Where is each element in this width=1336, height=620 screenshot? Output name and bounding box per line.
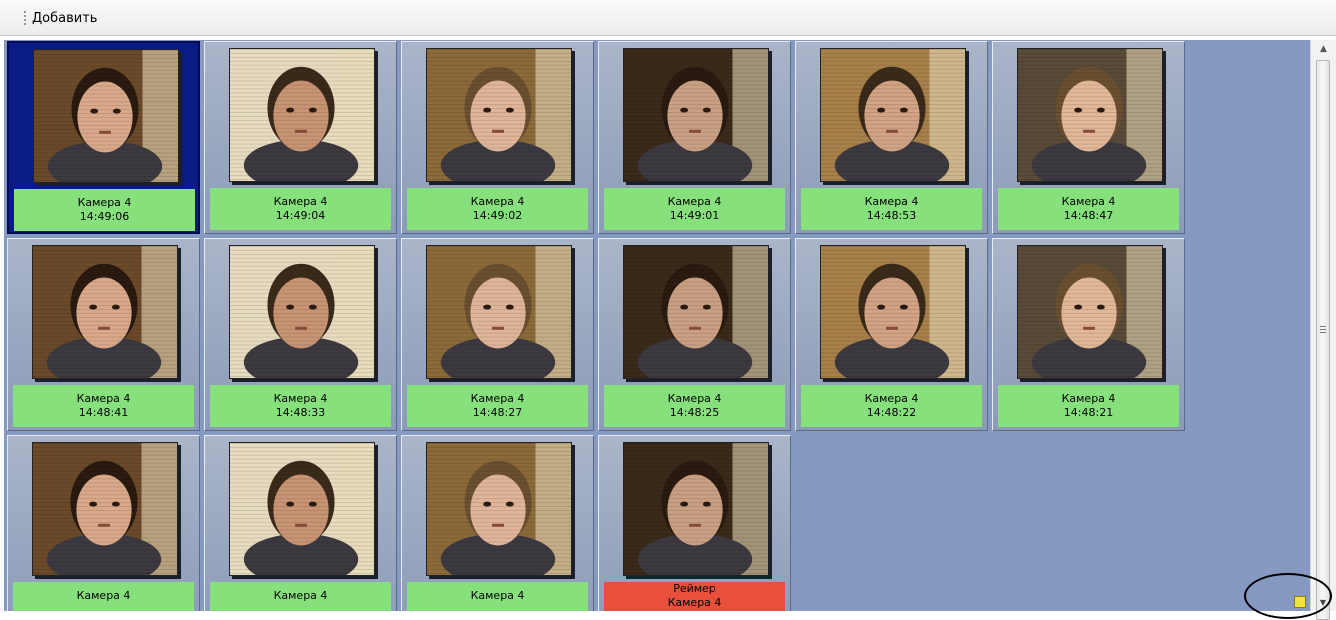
face-tile[interactable]: Камера 4 14:49:01 (598, 41, 791, 234)
caption-time: 14:49:01 (669, 209, 720, 222)
face-photo (32, 245, 178, 379)
match-caption: Камера 4 (13, 582, 194, 611)
match-caption: Камера 4 (210, 582, 391, 611)
face-tile[interactable]: Камера 4 14:48:41 (7, 238, 200, 431)
caption-camera: Камера 4 (470, 589, 525, 602)
caption-time: 14:48:53 (866, 209, 917, 222)
face-photo (229, 245, 375, 379)
toolbar-grip-icon[interactable] (24, 11, 26, 26)
caption-time: 14:48:33 (275, 406, 326, 419)
face-photo (426, 442, 572, 576)
match-caption: Камера 4 14:48:21 (998, 385, 1179, 427)
match-caption: Камера 4 14:49:01 (604, 188, 785, 230)
caption-time: 14:48:47 (1063, 209, 1114, 222)
caption-time: 14:48:41 (78, 406, 129, 419)
face-tile[interactable]: Камера 4 14:48:21 (992, 238, 1185, 431)
match-caption: Камера 4 14:49:02 (407, 188, 588, 230)
caption-time: 14:48:21 (1063, 406, 1114, 419)
caption-name: Реймер (673, 582, 716, 595)
chevron-up-icon[interactable]: ▲ (1311, 40, 1336, 58)
face-tile[interactable]: Реймер Камера 4 (598, 435, 791, 611)
face-photo (229, 442, 375, 576)
caption-camera: Камера 4 (667, 392, 722, 405)
face-tile[interactable]: Камера 4 14:48:27 (401, 238, 594, 431)
caption-time: 14:48:22 (866, 406, 917, 419)
caption-camera: Камера 4 (470, 195, 525, 208)
caption-camera: Камера 4 (273, 195, 328, 208)
face-tile[interactable]: Камера 4 14:48:33 (204, 238, 397, 431)
face-photo (820, 245, 966, 379)
caption-time: 14:49:02 (472, 209, 523, 222)
face-photo (623, 48, 769, 182)
caption-camera: Камера 4 (667, 596, 722, 609)
caption-camera: Камера 4 (470, 392, 525, 405)
caption-camera: Камера 4 (273, 589, 328, 602)
face-photo (820, 48, 966, 182)
face-tile[interactable]: Камера 4 14:48:22 (795, 238, 988, 431)
match-caption: Камера 4 14:48:25 (604, 385, 785, 427)
face-photo (1017, 245, 1163, 379)
face-tile[interactable]: Камера 4 14:48:47 (992, 41, 1185, 234)
caption-time: 14:48:25 (669, 406, 720, 419)
vertical-scrollbar[interactable]: ▲ (1310, 40, 1336, 620)
match-caption: Камера 4 14:48:41 (13, 385, 194, 427)
caption-camera: Камера 4 (1061, 195, 1116, 208)
face-photo (229, 48, 375, 182)
match-caption: Камера 4 14:49:04 (210, 188, 391, 230)
caption-camera: Камера 4 (76, 589, 131, 602)
caption-time: 14:49:06 (79, 210, 130, 223)
face-photo (32, 442, 178, 576)
match-caption: Камера 4 14:48:27 (407, 385, 588, 427)
caption-camera: Камера 4 (864, 392, 919, 405)
match-caption: Камера 4 (407, 582, 588, 611)
caption-camera: Камера 4 (273, 392, 328, 405)
match-caption: Камера 4 14:49:06 (14, 189, 195, 231)
caption-time: 14:48:27 (472, 406, 523, 419)
add-button[interactable]: Добавить (32, 8, 97, 30)
face-tile[interactable]: Камера 4 (401, 435, 594, 611)
face-tile[interactable]: Камера 4 14:48:25 (598, 238, 791, 431)
face-thumbnail-grid[interactable]: Камера 4 14:49:06 Камера 4 14:49:04 Камера 4… (4, 40, 1310, 611)
caption-camera: Камера 4 (1061, 392, 1116, 405)
face-tile[interactable]: Камера 4 14:48:53 (795, 41, 988, 234)
face-tile[interactable]: Камера 4 (204, 435, 397, 611)
face-tile[interactable]: Камера 4 14:49:02 (401, 41, 594, 234)
caption-camera: Камера 4 (864, 195, 919, 208)
alarm-caption: Реймер Камера 4 (604, 582, 785, 611)
toolbar: Добавить (0, 0, 1336, 36)
face-tile[interactable]: Камера 4 (7, 435, 200, 611)
caption-time: 14:49:04 (275, 209, 326, 222)
face-photo (426, 48, 572, 182)
face-photo (33, 49, 179, 183)
face-photo (623, 245, 769, 379)
match-caption: Камера 4 14:48:53 (801, 188, 982, 230)
face-tile[interactable]: Камера 4 14:49:04 (204, 41, 397, 234)
caption-camera: Камера 4 (76, 392, 131, 405)
face-photo (1017, 48, 1163, 182)
face-photo (623, 442, 769, 576)
face-tile[interactable]: Камера 4 14:49:06 (7, 41, 200, 234)
annotation-circle (1244, 573, 1332, 619)
caption-camera: Камера 4 (667, 195, 722, 208)
match-caption: Камера 4 14:48:47 (998, 188, 1179, 230)
match-caption: Камера 4 14:48:33 (210, 385, 391, 427)
scrollbar-grip-icon (1320, 326, 1326, 333)
caption-camera: Камера 4 (77, 196, 132, 209)
face-photo (426, 245, 572, 379)
scrollbar-thumb[interactable] (1316, 60, 1330, 620)
match-caption: Камера 4 14:48:22 (801, 385, 982, 427)
